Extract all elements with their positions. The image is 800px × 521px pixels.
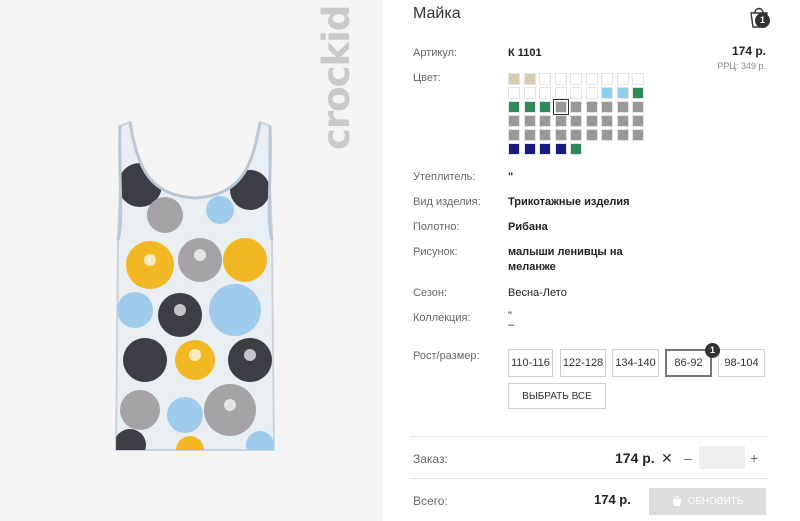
size-label: Рост/размер: [413, 350, 480, 362]
color-swatch[interactable] [539, 129, 551, 141]
color-swatch[interactable] [539, 115, 551, 127]
divider [410, 478, 767, 479]
order-label: Заказ: [413, 452, 448, 466]
divider [410, 436, 767, 437]
color-swatch[interactable] [585, 87, 598, 99]
product-title: Майка [413, 5, 461, 22]
color-swatch[interactable] [508, 73, 520, 85]
color-label: Цвет: [413, 72, 441, 84]
color-swatch[interactable] [554, 115, 567, 127]
color-swatch[interactable] [570, 129, 582, 141]
color-swatch[interactable] [632, 87, 644, 99]
size-button-134-140[interactable]: 134-140 [612, 349, 659, 377]
pattern-value-line1: малыши ленивцы на [508, 246, 623, 258]
color-swatch[interactable] [601, 129, 613, 141]
color-swatch[interactable] [539, 101, 551, 113]
collection-label: Коллекция: [413, 312, 471, 324]
color-swatch[interactable] [616, 73, 629, 85]
decrease-quantity-button[interactable]: – [684, 450, 692, 466]
kind-value: Трикотажные изделия [508, 196, 630, 208]
article-label: Артикул: [413, 47, 458, 59]
color-swatch[interactable] [585, 73, 598, 85]
article-value: К 1101 [508, 47, 542, 59]
color-swatch[interactable] [570, 87, 582, 99]
brand-logo: crockid [315, 5, 358, 150]
size-button-122-128[interactable]: 122-128 [560, 349, 606, 377]
fabric-label: Полотно: [413, 221, 460, 233]
color-swatch[interactable] [508, 101, 520, 113]
collection-value-line2: – [508, 319, 515, 331]
select-all-button[interactable]: ВЫБРАТЬ ВСЕ [508, 383, 606, 409]
pattern-label: Рисунок: [413, 246, 458, 258]
season-value: Весна-Лето [508, 287, 567, 299]
product-price: 174 р. [731, 44, 766, 58]
recommended-price: РРЦ: 349 р. [717, 61, 766, 71]
color-swatch[interactable] [552, 99, 569, 115]
color-swatch[interactable] [523, 143, 536, 155]
color-swatch-grid [508, 73, 644, 155]
product-image-panel: crockid [0, 0, 382, 521]
total-price: 174 р. [594, 492, 631, 507]
color-swatch[interactable] [554, 87, 567, 99]
color-swatch[interactable] [616, 115, 629, 127]
color-swatch[interactable] [616, 101, 629, 113]
update-button[interactable]: ОБНОВИТЬ [649, 488, 766, 515]
color-swatch[interactable] [570, 115, 582, 127]
size-button-98-104[interactable]: 98-104 [718, 349, 765, 377]
color-swatch[interactable] [539, 73, 551, 85]
color-swatch[interactable] [570, 73, 582, 85]
color-swatch[interactable] [523, 129, 536, 141]
color-swatch[interactable] [632, 129, 644, 141]
color-swatch[interactable] [539, 87, 551, 99]
color-swatch[interactable] [508, 129, 520, 141]
color-swatch[interactable] [616, 87, 629, 99]
color-swatch[interactable] [601, 115, 613, 127]
color-swatch[interactable] [523, 87, 536, 99]
color-swatch[interactable] [570, 101, 582, 113]
cart-icon [672, 496, 681, 506]
color-swatch[interactable] [523, 101, 536, 113]
pattern-value-line2: меланже [508, 261, 556, 273]
size-count-badge: 1 [705, 343, 720, 358]
color-swatch[interactable] [616, 129, 629, 141]
color-swatch[interactable] [523, 73, 536, 85]
color-swatch[interactable] [601, 101, 613, 113]
color-swatch[interactable] [523, 115, 536, 127]
color-swatch[interactable] [632, 101, 644, 113]
cart-count-badge: 1 [755, 13, 770, 28]
color-swatch[interactable] [570, 143, 582, 155]
product-photo[interactable] [110, 110, 280, 460]
color-swatch[interactable] [539, 143, 551, 155]
color-swatch[interactable] [585, 115, 598, 127]
increase-quantity-button[interactable]: + [750, 450, 758, 466]
season-label: Сезон: [413, 287, 447, 299]
size-button-110-116[interactable]: 110-116 [508, 349, 553, 377]
update-button-label: ОБНОВИТЬ [687, 496, 744, 507]
color-swatch[interactable] [601, 87, 613, 99]
color-swatch[interactable] [554, 73, 567, 85]
color-swatch[interactable] [554, 129, 567, 141]
color-swatch[interactable] [554, 143, 567, 155]
color-swatch[interactable] [508, 115, 520, 127]
color-swatch[interactable] [585, 129, 598, 141]
fabric-value: Рибана [508, 221, 548, 233]
quantity-input[interactable] [699, 446, 745, 469]
insulation-value: " [508, 171, 514, 183]
color-swatch[interactable] [632, 115, 644, 127]
total-label: Всего: [413, 494, 448, 508]
multiply-icon: ✕ [661, 450, 673, 466]
color-swatch[interactable] [508, 87, 520, 99]
kind-label: Вид изделия: [413, 196, 481, 208]
insulation-label: Утеплитель: [413, 171, 476, 183]
color-swatch[interactable] [601, 73, 613, 85]
tank-top-image [114, 120, 276, 451]
color-swatch[interactable] [585, 101, 598, 113]
order-price: 174 р. [615, 450, 655, 466]
color-swatch[interactable] [508, 143, 520, 155]
color-swatch[interactable] [632, 73, 644, 85]
